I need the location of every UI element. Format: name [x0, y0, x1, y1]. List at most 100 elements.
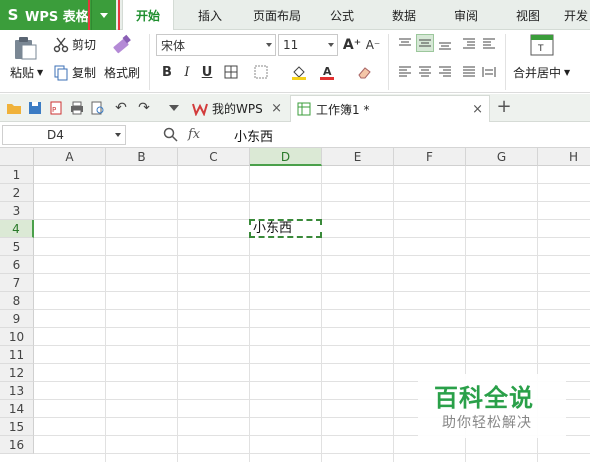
tab-formulas[interactable]: 公式 — [320, 0, 364, 30]
underline-button[interactable]: U — [198, 63, 216, 81]
new-tab-button[interactable]: + — [496, 96, 512, 117]
tab-insert[interactable]: 插入 — [187, 0, 233, 30]
distribute-button[interactable] — [480, 63, 498, 81]
tab-view[interactable]: 视图 — [506, 0, 550, 30]
column-header-d[interactable]: D — [250, 148, 322, 166]
formula-input[interactable]: 小东西 — [226, 125, 588, 145]
font-name-select[interactable]: 宋体 — [156, 34, 276, 56]
divider — [505, 34, 506, 90]
align-middle-button[interactable] — [416, 34, 434, 52]
row-header-11[interactable]: 11 — [0, 346, 34, 364]
doc-tab-workbook1[interactable]: 工作簿1 * × — [290, 95, 490, 122]
paste-button[interactable] — [12, 36, 38, 60]
active-cell[interactable]: 小东西 — [249, 219, 322, 238]
app-dropdown-button[interactable] — [91, 0, 116, 30]
save-button[interactable] — [27, 100, 43, 116]
format-painter-button[interactable]: 格式刷 — [104, 64, 140, 81]
grow-font-button[interactable]: A⁺ — [343, 36, 361, 54]
tab-data[interactable]: 数据 — [382, 0, 426, 30]
italic-button[interactable]: I — [178, 63, 196, 81]
justify-button[interactable] — [460, 63, 478, 81]
customize-quick-access-button[interactable] — [166, 100, 182, 116]
shrink-font-button[interactable]: A⁻ — [364, 36, 382, 54]
column-header-f[interactable]: F — [394, 148, 466, 166]
gridline — [34, 255, 590, 256]
clear-format-button[interactable] — [356, 63, 374, 81]
grid-style-icon — [254, 65, 268, 79]
grow-font-icon: A⁺ — [342, 37, 362, 53]
row-header-14[interactable]: 14 — [0, 400, 34, 418]
close-icon[interactable]: × — [271, 101, 282, 116]
undo-button[interactable]: ↶ — [113, 100, 129, 116]
insert-function-button[interactable]: fx — [188, 127, 200, 142]
cell-style-button[interactable] — [252, 63, 270, 81]
border-icon — [224, 65, 238, 79]
align-bottom-button[interactable] — [436, 35, 454, 53]
font-color-button[interactable]: A — [318, 63, 336, 81]
column-header-e[interactable]: E — [322, 148, 394, 166]
chevron-down-icon — [115, 133, 121, 137]
paint-bucket-icon — [292, 66, 306, 80]
font-size-select[interactable]: 11 — [278, 34, 338, 56]
align-right-button[interactable] — [436, 63, 454, 81]
redo-button[interactable]: ↷ — [136, 100, 152, 116]
zoom-function-button[interactable] — [163, 127, 178, 145]
align-left-button[interactable] — [396, 63, 414, 81]
row-header-12[interactable]: 12 — [0, 364, 34, 382]
tab-developer[interactable]: 开发 — [564, 0, 590, 30]
merge-center-label: 合并居中 — [513, 66, 562, 80]
bold-button[interactable]: B — [158, 63, 176, 81]
spreadsheet-icon — [297, 102, 311, 116]
close-icon[interactable]: × — [472, 102, 483, 117]
copy-button[interactable]: 复制 — [53, 64, 96, 81]
select-all-corner[interactable] — [0, 148, 34, 166]
column-header-h[interactable]: H — [538, 148, 590, 166]
fill-color-button[interactable] — [290, 63, 308, 81]
name-box[interactable]: D4 — [2, 125, 126, 145]
print-button[interactable] — [69, 100, 85, 116]
row-header-8[interactable]: 8 — [0, 292, 34, 310]
chevron-down-icon: ▼ — [37, 68, 44, 77]
column-header-b[interactable]: B — [106, 148, 178, 166]
print-preview-button[interactable] — [90, 100, 106, 116]
row-header-2[interactable]: 2 — [0, 184, 34, 202]
doc-tab-label: 工作簿1 * — [316, 102, 370, 117]
svg-text:T: T — [537, 44, 544, 54]
app-menu-button[interactable]: S WPS 表格 — [0, 0, 91, 30]
gridline — [34, 453, 590, 454]
align-center-button[interactable] — [416, 63, 434, 81]
tab-home[interactable]: 开始 — [122, 0, 174, 31]
decrease-indent-button[interactable] — [460, 35, 478, 53]
doc-tab-my-wps[interactable]: 我的WPS × — [186, 95, 288, 122]
tab-review[interactable]: 审阅 — [444, 0, 488, 30]
row-header-10[interactable]: 10 — [0, 328, 34, 346]
chevron-down-icon — [100, 12, 108, 18]
format-painter-icon-button[interactable] — [110, 34, 134, 58]
export-pdf-button[interactable]: P — [48, 100, 64, 116]
row-header-3[interactable]: 3 — [0, 202, 34, 220]
row-header-15[interactable]: 15 — [0, 418, 34, 436]
cut-button[interactable]: 剪切 — [53, 36, 96, 53]
row-header-4[interactable]: 4 — [0, 220, 34, 238]
borders-button[interactable] — [222, 63, 240, 81]
column-header-a[interactable]: A — [34, 148, 106, 166]
row-header-7[interactable]: 7 — [0, 274, 34, 292]
align-top-button[interactable] — [396, 35, 414, 53]
row-header-9[interactable]: 9 — [0, 310, 34, 328]
merge-center-button[interactable]: 合并居中 ▼ — [513, 64, 570, 81]
row-header-16[interactable]: 16 — [0, 436, 34, 454]
tab-page-layout[interactable]: 页面布局 — [244, 0, 310, 30]
row-header-5[interactable]: 5 — [0, 238, 34, 256]
open-folder-button[interactable] — [6, 100, 22, 116]
paste-label-button[interactable]: 粘贴 ▼ — [10, 64, 43, 81]
align-right-icon — [439, 66, 451, 77]
increase-indent-button[interactable] — [480, 35, 498, 53]
row-header-1[interactable]: 1 — [0, 166, 34, 184]
menu-bar: S WPS 表格 开始 插入 页面布局 公式 数据 审阅 视图 开发 — [0, 0, 590, 35]
merge-center-icon-button[interactable]: T — [530, 34, 554, 56]
undo-icon: ↶ — [115, 100, 127, 116]
column-header-c[interactable]: C — [178, 148, 250, 166]
row-header-13[interactable]: 13 — [0, 382, 34, 400]
row-header-6[interactable]: 6 — [0, 256, 34, 274]
column-header-g[interactable]: G — [466, 148, 538, 166]
